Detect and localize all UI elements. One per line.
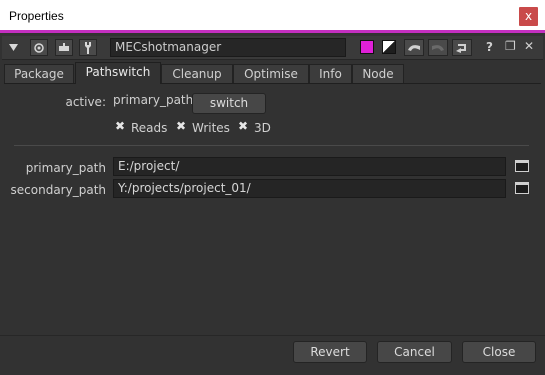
primary-path-label: primary_path <box>25 161 106 175</box>
undo-icon[interactable] <box>404 39 424 56</box>
collapse-arrow-icon[interactable] <box>6 39 20 56</box>
window-close-button[interactable]: x <box>519 7 538 26</box>
title-bar: Properties x <box>0 0 545 33</box>
input-pipe-icon[interactable] <box>55 39 73 56</box>
revert-button[interactable]: Revert <box>293 341 367 363</box>
active-label: active: <box>65 95 106 109</box>
tab-package[interactable]: Package <box>4 64 74 83</box>
3d-checkbox[interactable]: ✖ <box>238 120 248 132</box>
primary-folder-icon[interactable] <box>515 160 529 172</box>
primary-path-input[interactable]: E:/project/ <box>113 157 506 176</box>
secondary-folder-icon[interactable] <box>515 182 529 194</box>
window-title: Properties <box>9 9 64 23</box>
section-divider <box>14 145 529 146</box>
tab-node[interactable]: Node <box>352 64 404 83</box>
writes-label: Writes <box>192 121 230 135</box>
wrench-icon[interactable] <box>79 39 97 56</box>
redo-icon[interactable] <box>428 39 448 56</box>
cancel-button[interactable]: Cancel <box>377 341 452 363</box>
switch-button[interactable]: switch <box>192 93 266 114</box>
3d-label: 3D <box>254 121 271 135</box>
secondary-path-label: secondary_path <box>10 183 106 197</box>
footer-separator <box>0 335 545 336</box>
node-toolbar: MECshotmanager ? ❐ ✕ <box>2 36 543 60</box>
revert-icon[interactable] <box>452 39 472 56</box>
gl-color-swatch[interactable] <box>382 40 396 54</box>
active-value: primary_path <box>113 93 194 107</box>
node-color-swatch[interactable] <box>360 40 374 54</box>
center-node-icon[interactable] <box>30 39 48 56</box>
tab-optimise[interactable]: Optimise <box>233 64 309 83</box>
tab-pathswitch[interactable]: Pathswitch <box>75 62 161 84</box>
help-icon[interactable]: ? <box>486 40 493 54</box>
tab-info[interactable]: Info <box>309 64 352 83</box>
node-name-field[interactable]: MECshotmanager <box>110 38 346 57</box>
close-panel-icon[interactable]: ✕ <box>524 39 534 53</box>
secondary-path-input[interactable]: Y:/projects/project_01/ <box>113 179 506 198</box>
close-button[interactable]: Close <box>462 341 536 363</box>
reads-checkbox[interactable]: ✖ <box>115 120 125 132</box>
float-window-icon[interactable]: ❐ <box>505 39 516 53</box>
writes-checkbox[interactable]: ✖ <box>176 120 186 132</box>
tab-cleanup[interactable]: Cleanup <box>161 64 233 83</box>
reads-label: Reads <box>131 121 168 135</box>
